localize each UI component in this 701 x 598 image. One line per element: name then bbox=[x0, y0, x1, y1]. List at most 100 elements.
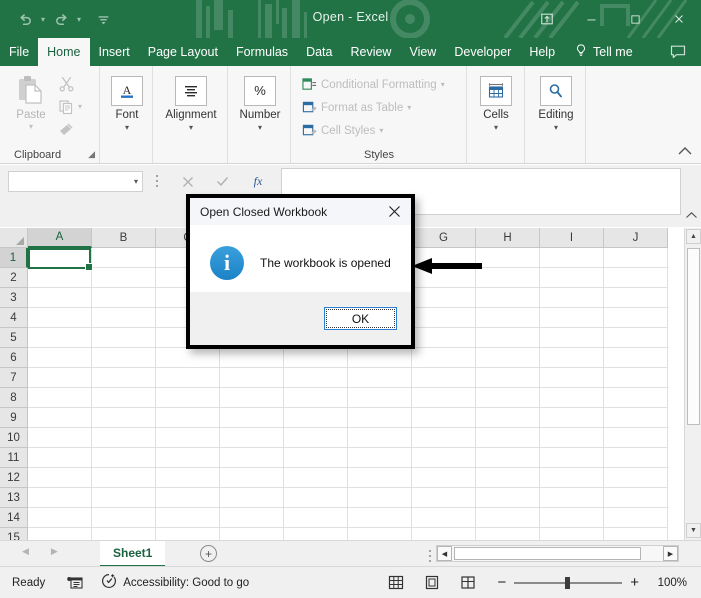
cell-G7[interactable] bbox=[412, 368, 476, 388]
vertical-scrollbar-thumb[interactable] bbox=[687, 248, 700, 425]
cell-E12[interactable] bbox=[284, 468, 348, 488]
expand-formula-bar-icon[interactable] bbox=[685, 211, 698, 223]
editing-dropdown-icon[interactable]: ▾ bbox=[554, 123, 558, 133]
cell-B5[interactable] bbox=[92, 328, 156, 348]
row-header-10[interactable]: 10 bbox=[0, 428, 28, 448]
cell-J9[interactable] bbox=[604, 408, 668, 428]
cell-B15[interactable] bbox=[92, 528, 156, 540]
cell-E6[interactable] bbox=[284, 348, 348, 368]
zoom-thumb[interactable] bbox=[565, 576, 571, 589]
format-as-table-button[interactable]: Format as Table ▾ bbox=[302, 100, 411, 115]
tab-file[interactable]: File bbox=[0, 38, 38, 66]
cell-D8[interactable] bbox=[220, 388, 284, 408]
column-header-i[interactable]: I bbox=[540, 228, 604, 248]
number-button[interactable]: % Number ▾ bbox=[232, 76, 288, 133]
conditional-formatting-dropdown-icon[interactable]: ▾ bbox=[441, 80, 445, 89]
cell-I8[interactable] bbox=[540, 388, 604, 408]
previous-sheet-icon[interactable]: ◀ bbox=[22, 546, 29, 557]
cell-A7[interactable] bbox=[28, 368, 92, 388]
row-header-14[interactable]: 14 bbox=[0, 508, 28, 528]
cell-B11[interactable] bbox=[92, 448, 156, 468]
tab-home[interactable]: Home bbox=[38, 38, 90, 66]
row-header-15[interactable]: 15 bbox=[0, 528, 28, 540]
cell-E14[interactable] bbox=[284, 508, 348, 528]
cell-G15[interactable] bbox=[412, 528, 476, 540]
cell-C8[interactable] bbox=[156, 388, 220, 408]
cells-dropdown-icon[interactable]: ▾ bbox=[494, 123, 498, 133]
cell-B10[interactable] bbox=[92, 428, 156, 448]
row-header-1[interactable]: 1 bbox=[0, 248, 28, 268]
column-header-b[interactable]: B bbox=[92, 228, 156, 248]
cell-C11[interactable] bbox=[156, 448, 220, 468]
cell-A5[interactable] bbox=[28, 328, 92, 348]
cell-C9[interactable] bbox=[156, 408, 220, 428]
collapse-ribbon-icon[interactable] bbox=[677, 146, 693, 159]
cell-D7[interactable] bbox=[220, 368, 284, 388]
cell-B8[interactable] bbox=[92, 388, 156, 408]
cell-F6[interactable] bbox=[348, 348, 412, 368]
cell-F13[interactable] bbox=[348, 488, 412, 508]
cell-A11[interactable] bbox=[28, 448, 92, 468]
cell-B6[interactable] bbox=[92, 348, 156, 368]
cell-B12[interactable] bbox=[92, 468, 156, 488]
cell-A13[interactable] bbox=[28, 488, 92, 508]
cell-styles-dropdown-icon[interactable]: ▾ bbox=[379, 126, 383, 135]
cell-C7[interactable] bbox=[156, 368, 220, 388]
cell-G11[interactable] bbox=[412, 448, 476, 468]
cell-J5[interactable] bbox=[604, 328, 668, 348]
scroll-down-icon[interactable]: ▼ bbox=[686, 523, 701, 538]
row-header-7[interactable]: 7 bbox=[0, 368, 28, 388]
cell-F15[interactable] bbox=[348, 528, 412, 540]
cell-I12[interactable] bbox=[540, 468, 604, 488]
cell-J6[interactable] bbox=[604, 348, 668, 368]
cell-A2[interactable] bbox=[28, 268, 92, 288]
cell-B4[interactable] bbox=[92, 308, 156, 328]
zoom-out-button[interactable]: − bbox=[497, 574, 506, 591]
scroll-right-icon[interactable]: ▶ bbox=[663, 546, 678, 561]
cell-J4[interactable] bbox=[604, 308, 668, 328]
cell-C15[interactable] bbox=[156, 528, 220, 540]
cell-G9[interactable] bbox=[412, 408, 476, 428]
row-header-4[interactable]: 4 bbox=[0, 308, 28, 328]
cell-I13[interactable] bbox=[540, 488, 604, 508]
cell-I15[interactable] bbox=[540, 528, 604, 540]
font-button[interactable]: A Font ▾ bbox=[99, 76, 155, 133]
row-header-12[interactable]: 12 bbox=[0, 468, 28, 488]
row-header-3[interactable]: 3 bbox=[0, 288, 28, 308]
cell-B7[interactable] bbox=[92, 368, 156, 388]
cell-A15[interactable] bbox=[28, 528, 92, 540]
cell-styles-button[interactable]: Cell Styles ▾ bbox=[302, 123, 383, 138]
name-box[interactable]: ▾ bbox=[8, 171, 143, 192]
row-header-11[interactable]: 11 bbox=[0, 448, 28, 468]
column-header-h[interactable]: H bbox=[476, 228, 540, 248]
enter-formula-icon[interactable] bbox=[210, 171, 234, 192]
maximize-icon[interactable] bbox=[613, 0, 657, 38]
tab-review[interactable]: Review bbox=[341, 38, 400, 66]
cell-C6[interactable] bbox=[156, 348, 220, 368]
copy-dropdown-icon[interactable]: ▾ bbox=[78, 102, 82, 111]
cell-B1[interactable] bbox=[92, 248, 156, 268]
cell-H3[interactable] bbox=[476, 288, 540, 308]
cell-H5[interactable] bbox=[476, 328, 540, 348]
cell-J15[interactable] bbox=[604, 528, 668, 540]
cell-C14[interactable] bbox=[156, 508, 220, 528]
cell-A10[interactable] bbox=[28, 428, 92, 448]
select-all-corner[interactable] bbox=[0, 228, 28, 248]
cell-J7[interactable] bbox=[604, 368, 668, 388]
cell-H4[interactable] bbox=[476, 308, 540, 328]
cell-H8[interactable] bbox=[476, 388, 540, 408]
tab-view[interactable]: View bbox=[400, 38, 445, 66]
row-header-6[interactable]: 6 bbox=[0, 348, 28, 368]
font-dropdown-icon[interactable]: ▾ bbox=[125, 123, 129, 133]
cell-A14[interactable] bbox=[28, 508, 92, 528]
tab-insert[interactable]: Insert bbox=[90, 38, 139, 66]
column-header-a[interactable]: A bbox=[28, 228, 92, 248]
cell-E10[interactable] bbox=[284, 428, 348, 448]
ribbon-display-options-icon[interactable] bbox=[525, 0, 569, 38]
cell-B13[interactable] bbox=[92, 488, 156, 508]
cell-J10[interactable] bbox=[604, 428, 668, 448]
cell-D12[interactable] bbox=[220, 468, 284, 488]
tab-data[interactable]: Data bbox=[297, 38, 341, 66]
cell-H6[interactable] bbox=[476, 348, 540, 368]
cell-F12[interactable] bbox=[348, 468, 412, 488]
